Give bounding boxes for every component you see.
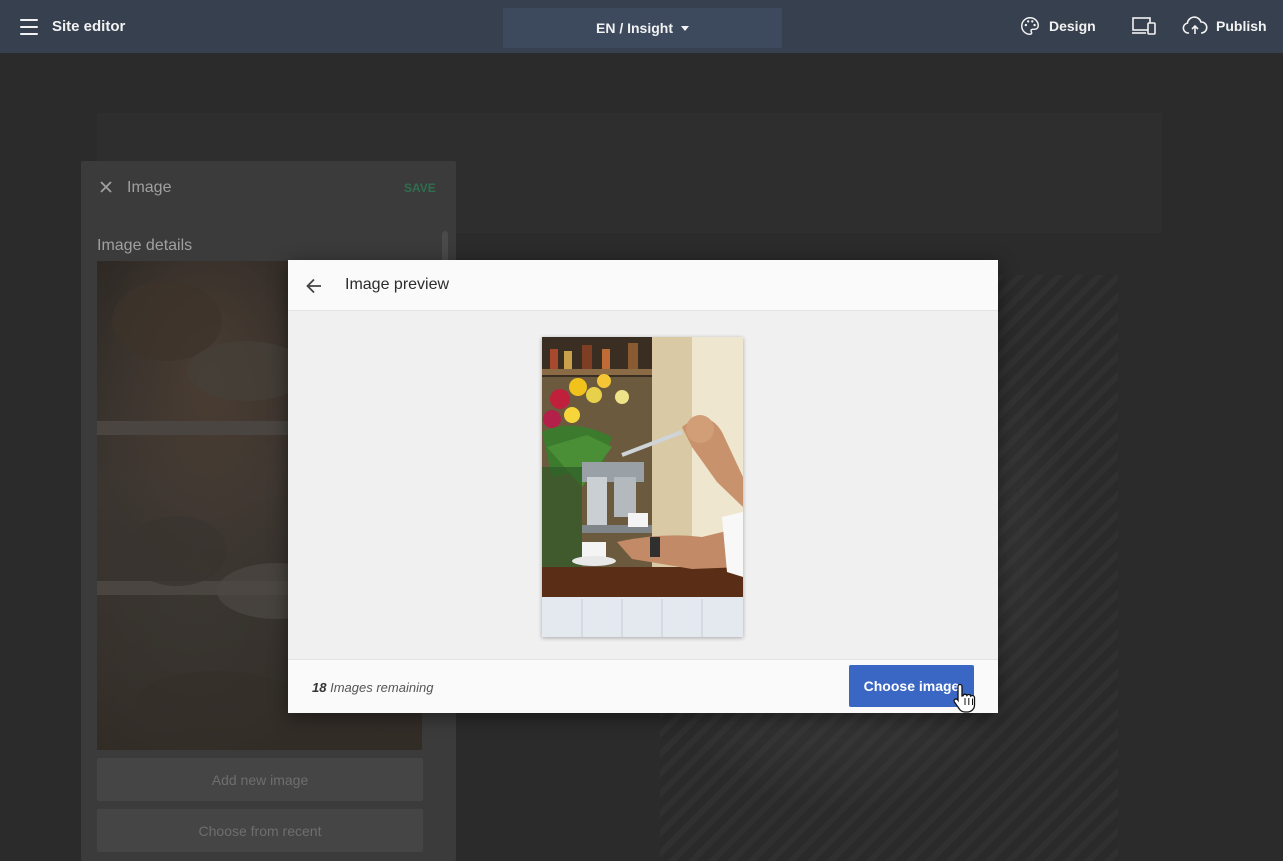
- preview-image: [542, 337, 743, 637]
- menu-icon[interactable]: [18, 17, 40, 37]
- save-button[interactable]: SAVE: [404, 181, 436, 195]
- choose-from-recent-label: Choose from recent: [198, 822, 322, 839]
- panel-title: Image: [127, 179, 172, 196]
- dialog-title: Image preview: [345, 276, 450, 293]
- add-new-image-label: Add new image: [211, 771, 309, 788]
- add-new-image-button[interactable]: Add new image: [97, 758, 423, 801]
- hand-pointer-icon: [953, 683, 976, 713]
- choose-from-recent-button[interactable]: Choose from recent: [97, 809, 423, 852]
- language-page-label: EN / Insight: [596, 20, 673, 36]
- devices-icon: [1132, 17, 1156, 35]
- site-editor-title: Site editor: [52, 18, 126, 35]
- palette-icon: [1021, 17, 1039, 35]
- image-preview-dialog: Image preview 18 Images remaining Choose…: [288, 260, 998, 713]
- top-bar: Site editor EN / Insight Design Publish: [0, 0, 1283, 53]
- publish-button[interactable]: Publish: [1182, 15, 1267, 37]
- device-preview-button[interactable]: [1131, 15, 1157, 37]
- close-icon[interactable]: [98, 179, 114, 195]
- dialog-header: Image preview: [288, 260, 998, 311]
- cloud-upload-icon: [1182, 16, 1208, 34]
- design-label: Design: [1049, 18, 1096, 34]
- images-remaining-label: Images remaining: [330, 680, 434, 695]
- publish-label: Publish: [1216, 18, 1267, 34]
- arrow-back-icon[interactable]: [304, 276, 324, 296]
- dialog-body: [288, 311, 998, 659]
- caret-down-icon: [681, 25, 689, 31]
- dialog-footer: 18 Images remaining Choose image: [288, 659, 998, 713]
- design-button[interactable]: Design: [1019, 15, 1096, 37]
- image-details-heading: Image details: [97, 237, 193, 254]
- language-page-selector[interactable]: EN / Insight: [503, 8, 782, 48]
- images-remaining-count: 18: [312, 680, 327, 695]
- images-remaining-text: 18 Images remaining: [312, 680, 433, 695]
